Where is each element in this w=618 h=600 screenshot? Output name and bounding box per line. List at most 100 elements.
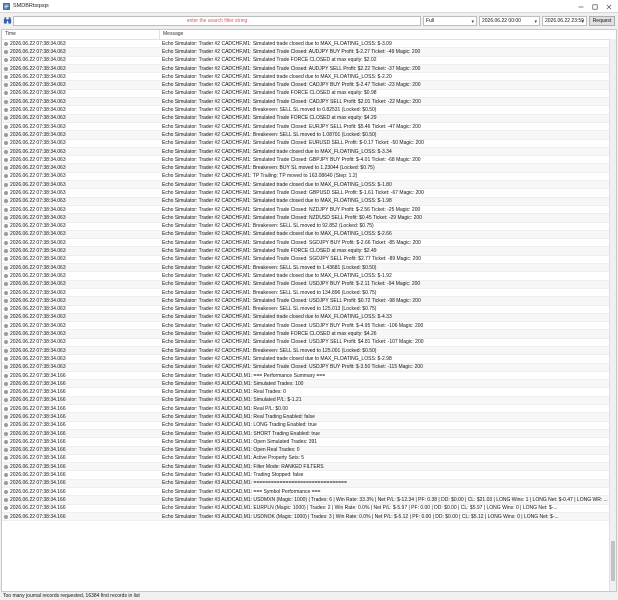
log-level-select[interactable]: Full ▾	[423, 16, 477, 26]
row-time: 2026.06.22 07:38:34.063	[10, 173, 66, 180]
row-message: Echo Simulator: Trader #2 CADCHF,M1: Sim…	[162, 206, 421, 213]
table-row[interactable]: 2026.06.22 07:38:34.166 Echo Simulator: T…	[2, 413, 616, 422]
maximize-button[interactable]	[588, 1, 602, 12]
table-row[interactable]: 2026.06.22 07:38:34.063 Echo Simulator: T…	[2, 223, 616, 231]
table-row[interactable]: 2026.06.22 07:38:34.063 Echo Simulator: T…	[2, 140, 616, 148]
table-row[interactable]: 2026.06.22 07:38:34.166 Echo Simulator: T…	[2, 438, 616, 447]
row-message: Echo Simulator: Trader #2 CADCHF,M1: Sim…	[162, 198, 392, 205]
table-row[interactable]: 2026.06.22 07:38:34.063 Echo Simulator: T…	[2, 164, 616, 173]
search-filter-input[interactable]	[13, 16, 421, 26]
row-time: 2026.06.22 07:38:34.063	[10, 90, 66, 97]
table-row[interactable]: 2026.06.22 07:38:34.166 Echo Simulator: T…	[2, 422, 616, 430]
table-row[interactable]: 2026.06.22 07:38:34.063 Echo Simulator: T…	[2, 98, 616, 107]
table-row[interactable]: 2026.06.22 07:38:34.063 Echo Simulator: T…	[2, 297, 616, 306]
row-time: 2026.06.22 07:38:34.063	[10, 107, 66, 114]
info-dot-icon	[4, 215, 8, 220]
table-row[interactable]: 2026.06.22 07:38:34.063 Echo Simulator: T…	[2, 264, 616, 273]
table-row[interactable]: 2026.06.22 07:38:34.166 Echo Simulator: T…	[2, 388, 616, 397]
row-time: 2026.06.22 07:38:34.166	[10, 372, 66, 379]
info-dot-icon	[4, 431, 8, 436]
row-time: 2026.06.22 07:38:34.063	[10, 165, 66, 172]
table-row[interactable]: 2026.06.22 07:38:34.063 Echo Simulator: T…	[2, 197, 616, 206]
table-row[interactable]: 2026.06.22 07:38:34.166 Echo Simulator: T…	[2, 488, 616, 497]
binoculars-icon[interactable]	[3, 16, 12, 25]
table-row[interactable]: 2026.06.22 07:38:34.063 Echo Simulator: T…	[2, 355, 616, 364]
table-row[interactable]: 2026.06.22 07:38:34.166 Echo Simulator: T…	[2, 463, 616, 472]
column-header-time[interactable]: Time	[2, 30, 160, 39]
info-dot-icon	[4, 41, 8, 46]
table-row[interactable]: 2026.06.22 07:38:34.063 Echo Simulator: T…	[2, 272, 616, 281]
table-row[interactable]: 2026.06.22 07:38:34.063 Echo Simulator: T…	[2, 339, 616, 347]
table-row[interactable]: 2026.06.22 07:38:34.063 Echo Simulator: T…	[2, 239, 616, 248]
row-time: 2026.06.22 07:38:34.166	[10, 380, 66, 387]
table-row[interactable]: 2026.06.22 07:38:34.063 Echo Simulator: T…	[2, 73, 616, 82]
window-title: SMDBRtsqsqs	[13, 3, 49, 9]
table-row[interactable]: 2026.06.22 07:38:34.063 Echo Simulator: T…	[2, 206, 616, 215]
chevron-down-icon: ▾	[581, 19, 584, 25]
table-row[interactable]: 2026.06.22 07:38:34.063 Echo Simulator: T…	[2, 81, 616, 90]
row-message: Echo Simulator: Trader #2 CADCHF,M1: Sim…	[162, 48, 421, 55]
table-row[interactable]: 2026.06.22 07:38:34.063 Echo Simulator: T…	[2, 256, 616, 265]
table-row[interactable]: 2026.06.22 07:38:34.063 Echo Simulator: T…	[2, 173, 616, 182]
table-row[interactable]: 2026.06.22 07:38:34.063 Echo Simulator: T…	[2, 156, 616, 165]
table-row[interactable]: 2026.06.22 07:38:34.166 Echo Simulator: T…	[2, 446, 616, 455]
row-message: Echo Simulator: Trader #2 CADCHF,M1: Sim…	[162, 189, 424, 196]
row-message: Echo Simulator: Trader #2 CADCHF,M1: Sim…	[162, 272, 392, 279]
table-row[interactable]: 2026.06.22 07:38:34.063 Echo Simulator: T…	[2, 40, 616, 49]
table-row[interactable]: 2026.06.22 07:38:34.063 Echo Simulator: T…	[2, 90, 616, 99]
column-header-message[interactable]: Message	[160, 30, 616, 39]
table-row[interactable]: 2026.06.22 07:38:34.063 Echo Simulator: T…	[2, 363, 616, 372]
table-row[interactable]: 2026.06.22 07:38:34.063 Echo Simulator: T…	[2, 230, 616, 240]
date-to-value: 2026.06.22 23:59	[545, 18, 584, 24]
table-row[interactable]: 2026.06.22 07:38:34.063 Echo Simulator: T…	[2, 106, 616, 115]
table-row[interactable]: 2026.06.22 07:38:34.166 Echo Simulator: T…	[2, 396, 616, 406]
table-row[interactable]: 2026.06.22 07:38:34.166 Echo Simulator: T…	[2, 429, 616, 439]
row-time: 2026.06.22 07:38:34.063	[10, 281, 66, 288]
table-row[interactable]: 2026.06.22 07:38:34.063 Echo Simulator: T…	[2, 147, 616, 157]
table-row[interactable]: 2026.06.22 07:38:34.063 Echo Simulator: T…	[2, 313, 616, 323]
table-row[interactable]: 2026.06.22 07:38:34.063 Echo Simulator: T…	[2, 289, 616, 298]
table-row[interactable]: 2026.06.22 07:38:34.063 Echo Simulator: T…	[2, 64, 616, 74]
table-row[interactable]: 2026.06.22 07:38:34.063 Echo Simulator: T…	[2, 280, 616, 289]
row-time: 2026.06.22 07:38:34.063	[10, 231, 66, 238]
scrollbar-thumb[interactable]	[611, 541, 615, 581]
row-time: 2026.06.22 07:38:34.063	[10, 347, 66, 354]
table-row[interactable]: 2026.06.22 07:38:34.063 Echo Simulator: T…	[2, 114, 616, 123]
date-from-picker[interactable]: 2026.06.22 00:00 ▾	[479, 16, 540, 26]
row-time: 2026.06.22 07:38:34.063	[10, 57, 66, 64]
table-row[interactable]: 2026.06.22 07:38:34.063 Echo Simulator: T…	[2, 306, 616, 314]
minimize-button[interactable]	[574, 1, 588, 12]
row-time: 2026.06.22 07:38:34.166	[10, 513, 66, 520]
table-row[interactable]: 2026.06.22 07:38:34.063 Echo Simulator: T…	[2, 131, 616, 140]
close-button[interactable]	[602, 1, 616, 12]
table-row[interactable]: 2026.06.22 07:38:34.063 Echo Simulator: T…	[2, 330, 616, 339]
table-row[interactable]: 2026.06.22 07:38:34.063 Echo Simulator: T…	[2, 48, 616, 57]
vertical-scrollbar[interactable]	[609, 39, 616, 591]
table-row[interactable]: 2026.06.22 07:38:34.166 Echo Simulator: T…	[2, 479, 616, 489]
request-button[interactable]: Request	[589, 16, 615, 26]
table-row[interactable]: 2026.06.22 07:38:34.063 Echo Simulator: T…	[2, 181, 616, 190]
table-row[interactable]: 2026.06.22 07:38:34.166 Echo Simulator: T…	[2, 405, 616, 414]
info-dot-icon	[4, 506, 8, 511]
table-row[interactable]: 2026.06.22 07:38:34.063 Echo Simulator: T…	[2, 322, 616, 331]
table-row[interactable]: 2026.06.22 07:38:34.166 Echo Simulator: T…	[2, 372, 616, 381]
table-row[interactable]: 2026.06.22 07:38:34.166 Echo Simulator: T…	[2, 512, 616, 522]
table-row[interactable]: 2026.06.22 07:38:34.166 Echo Simulator: T…	[2, 471, 616, 480]
table-row[interactable]: 2026.06.22 07:38:34.063 Echo Simulator: T…	[2, 346, 616, 356]
row-message: Echo Simulator: Trader #2 CADCHF,M1: Bre…	[162, 264, 377, 271]
table-row[interactable]: 2026.06.22 07:38:34.166 Echo Simulator: T…	[2, 496, 616, 505]
table-row[interactable]: 2026.06.22 07:38:34.063 Echo Simulator: T…	[2, 57, 616, 65]
row-time: 2026.06.22 07:38:34.166	[10, 430, 66, 437]
toolbar: Full ▾ 2026.06.22 00:00 ▾ 2026.06.22 23:…	[0, 14, 618, 28]
table-row[interactable]: 2026.06.22 07:38:34.166 Echo Simulator: T…	[2, 455, 616, 464]
table-row[interactable]: 2026.06.22 07:38:34.063 Echo Simulator: T…	[2, 214, 616, 223]
table-row[interactable]: 2026.06.22 07:38:34.063 Echo Simulator: T…	[2, 189, 616, 198]
table-row[interactable]: 2026.06.22 07:38:34.063 Echo Simulator: T…	[2, 247, 616, 256]
table-row[interactable]: 2026.06.22 07:38:34.166 Echo Simulator: T…	[2, 380, 616, 389]
info-dot-icon	[4, 273, 8, 278]
table-row[interactable]: 2026.06.22 07:38:34.063 Echo Simulator: T…	[2, 123, 616, 132]
row-time: 2026.06.22 07:38:34.063	[10, 322, 66, 329]
table-row[interactable]: 2026.06.22 07:38:34.166 Echo Simulator: T…	[2, 505, 616, 513]
row-time: 2026.06.22 07:38:34.063	[10, 289, 66, 296]
date-to-picker[interactable]: 2026.06.22 23:59 ▾	[542, 16, 587, 26]
